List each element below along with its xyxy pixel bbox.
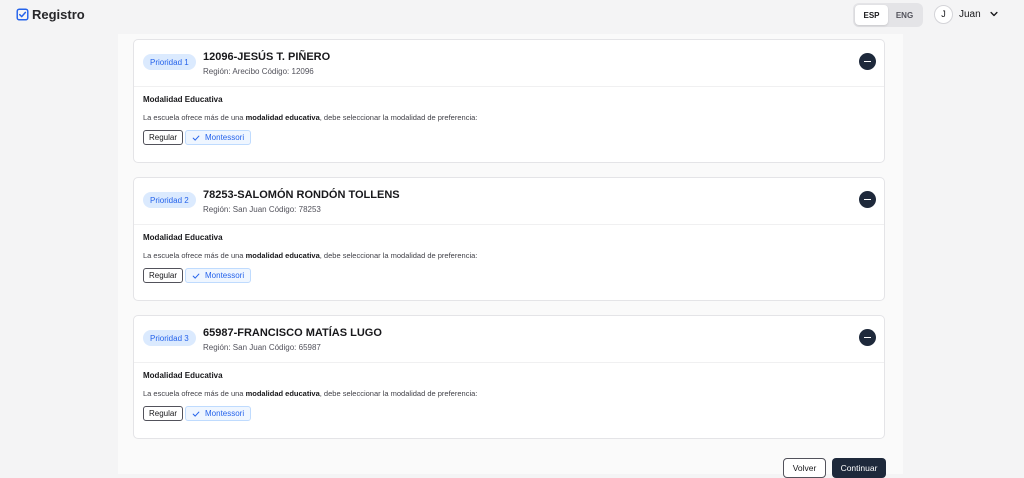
school-meta: Región: San Juan Código: 78253 xyxy=(203,205,321,214)
school-name: 12096-JESÚS T. PIÑERO xyxy=(203,51,331,63)
school-meta: Región: San Juan Código: 65987 xyxy=(203,343,321,352)
modality-desc-bold: modalidad educativa xyxy=(245,389,320,398)
minus-icon xyxy=(864,336,871,339)
user-name: Juan xyxy=(959,8,981,20)
minus-icon xyxy=(864,198,871,201)
language-esp-button[interactable]: ESP xyxy=(855,5,888,25)
option-label: Montessori xyxy=(205,133,245,142)
check-square-icon xyxy=(16,7,29,21)
school-card: Prioridad 2 78253-SALOMÓN RONDÓN TOLLENS… xyxy=(133,177,885,301)
school-card-header: Prioridad 1 12096-JESÚS T. PIÑERO Región… xyxy=(134,40,884,87)
check-icon xyxy=(192,135,200,141)
check-icon xyxy=(192,273,200,279)
back-button[interactable]: Volver xyxy=(783,458,826,478)
modality-option-regular[interactable]: Regular xyxy=(143,406,184,421)
priority-badge: Prioridad 2 xyxy=(143,192,196,208)
modality-description: La escuela ofrece más de una modalidad e… xyxy=(143,251,477,260)
language-switcher: ESP ENG xyxy=(853,3,923,27)
modality-title: Modalidad Educativa xyxy=(143,371,223,380)
modality-title: Modalidad Educativa xyxy=(143,95,223,104)
modality-desc-text: La escuela ofrece más de una xyxy=(143,251,246,260)
modality-description: La escuela ofrece más de una modalidad e… xyxy=(143,113,477,122)
modality-description: La escuela ofrece más de una modalidad e… xyxy=(143,389,477,398)
school-card: Prioridad 1 12096-JESÚS T. PIÑERO Región… xyxy=(133,39,885,163)
main-panel: Prioridad 1 12096-JESÚS T. PIÑERO Región… xyxy=(118,34,903,474)
modality-desc-text: , debe seleccionar la modalidad de prefe… xyxy=(319,113,478,122)
modality-option-montessori[interactable]: Montessori xyxy=(185,130,252,145)
language-eng-button[interactable]: ENG xyxy=(888,5,921,25)
school-name: 78253-SALOMÓN RONDÓN TOLLENS xyxy=(203,189,400,201)
modality-title: Modalidad Educativa xyxy=(143,233,223,242)
school-name: 65987-FRANCISCO MATÍAS LUGO xyxy=(203,327,382,339)
modality-option-montessori[interactable]: Montessori xyxy=(185,406,252,421)
chevron-down-icon xyxy=(990,11,998,17)
user-menu[interactable]: J Juan xyxy=(934,4,999,24)
priority-badge: Prioridad 1 xyxy=(143,54,196,70)
top-bar: Registro ESP ENG J Juan xyxy=(0,0,1024,30)
priority-badge: Prioridad 3 xyxy=(143,330,196,346)
continue-button[interactable]: Continuar xyxy=(832,458,886,478)
option-label: Montessori xyxy=(205,271,245,280)
school-meta: Región: Arecibo Código: 12096 xyxy=(203,67,314,76)
remove-school-button[interactable] xyxy=(859,191,876,208)
school-card-header: Prioridad 3 65987-FRANCISCO MATÍAS LUGO … xyxy=(134,316,884,363)
modality-option-regular[interactable]: Regular xyxy=(143,130,184,145)
school-card-header: Prioridad 2 78253-SALOMÓN RONDÓN TOLLENS… xyxy=(134,178,884,225)
check-icon xyxy=(192,411,200,417)
app-logo[interactable]: Registro xyxy=(16,6,85,22)
modality-desc-text: , debe seleccionar la modalidad de prefe… xyxy=(319,389,478,398)
option-label: Montessori xyxy=(205,409,245,418)
minus-icon xyxy=(864,60,871,63)
avatar: J xyxy=(934,4,953,24)
app-logo-text: Registro xyxy=(32,6,85,22)
modality-desc-text: La escuela ofrece más de una xyxy=(143,113,246,122)
school-card: Prioridad 3 65987-FRANCISCO MATÍAS LUGO … xyxy=(133,315,885,439)
modality-desc-bold: modalidad educativa xyxy=(245,251,320,260)
modality-desc-text: La escuela ofrece más de una xyxy=(143,389,246,398)
modality-option-montessori[interactable]: Montessori xyxy=(185,268,252,283)
modality-desc-text: , debe seleccionar la modalidad de prefe… xyxy=(319,251,478,260)
modality-option-regular[interactable]: Regular xyxy=(143,268,184,283)
remove-school-button[interactable] xyxy=(859,329,876,346)
modality-desc-bold: modalidad educativa xyxy=(245,113,320,122)
remove-school-button[interactable] xyxy=(859,53,876,70)
